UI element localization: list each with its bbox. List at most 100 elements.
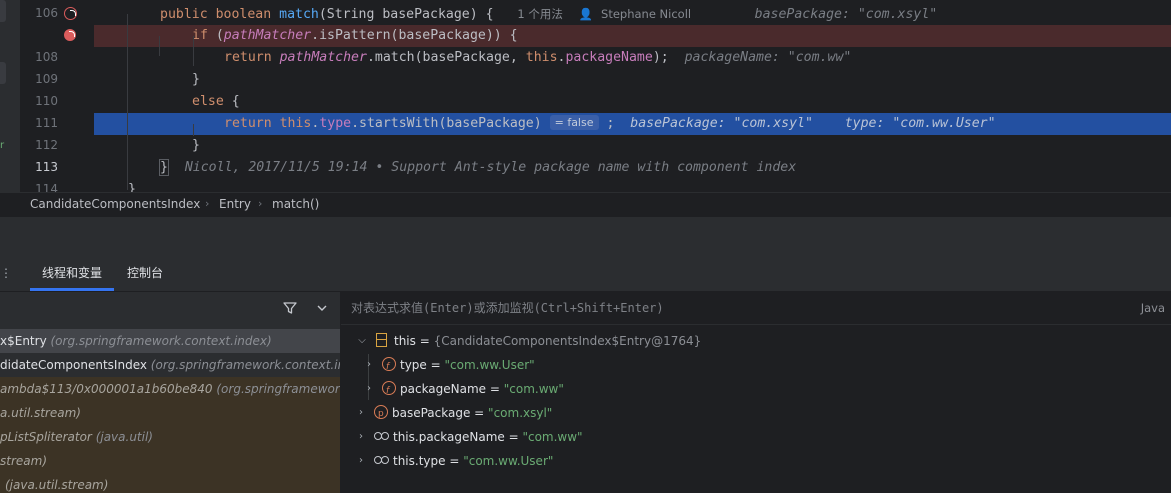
chevron-right-icon: › <box>258 197 263 210</box>
watch-icon <box>374 432 390 440</box>
evaluate-expression-field[interactable]: 对表达式求值(Enter)或添加监视(Ctrl+Shift+Enter) Jav… <box>341 292 1171 325</box>
dot: . <box>311 28 320 43</box>
fold-marker-icon[interactable] <box>80 30 91 41</box>
method-call: startsWith <box>359 116 439 131</box>
chevron-right-icon[interactable]: › <box>353 401 369 425</box>
stack-frame[interactable]: ambda$113/0x000001a1b60be840 (org.spring… <box>0 377 340 401</box>
keyword: public <box>160 7 208 22</box>
keyword: return <box>224 116 272 131</box>
watch-expression: this.type <box>393 454 446 468</box>
stack-frame[interactable]: x$Entry (org.springframework.context.ind… <box>0 329 340 353</box>
code-line-108: return pathMatcher.match(basePackage, th… <box>94 47 1171 69</box>
filter-icon[interactable] <box>283 301 297 315</box>
author-hint[interactable]: Stephane Nicoll <box>601 7 691 21</box>
method-breakpoint-icon[interactable] <box>64 7 77 20</box>
watch-value: "com.ww.User" <box>463 454 554 468</box>
breadcrumb-item[interactable]: CandidateComponentsIndex <box>30 197 200 211</box>
keyword: return <box>224 50 272 65</box>
language-selector[interactable]: Java <box>1141 292 1165 324</box>
breadcrumb-item[interactable]: Entry <box>219 197 251 211</box>
line-number: 114 <box>35 182 58 192</box>
brace: } <box>192 138 200 153</box>
inline-debug-value: packageName: "com.ww" <box>684 50 852 65</box>
tab-threads-variables[interactable]: 线程和变量 <box>29 256 115 291</box>
usages-hint[interactable]: 1 个用法 <box>517 7 562 21</box>
dot: . <box>351 116 360 131</box>
keyword: if <box>192 28 208 43</box>
tab-console[interactable]: 控制台 <box>127 256 163 291</box>
call-args: (basePackage) <box>438 116 542 131</box>
frame-location: stream) <box>0 454 47 468</box>
equals: = <box>504 430 523 444</box>
git-blame-hint[interactable]: Nicoll, 2017/11/5 19:14 • Support Ant-st… <box>185 160 796 175</box>
field-icon <box>382 379 396 403</box>
equals: = <box>445 454 464 468</box>
variable-value: "com.ww.User" <box>444 358 535 372</box>
variable-value: {CandidateComponentsIndex$Entry@1764} <box>433 334 702 348</box>
frame-package: (org.springframework.context.index) <box>216 382 340 396</box>
param-name: basePackage <box>374 7 470 22</box>
brace: } <box>128 182 136 192</box>
chevron-right-icon[interactable]: › <box>361 377 377 401</box>
stack-frame[interactable]: pListSpliterator (java.util) <box>0 425 340 449</box>
line-number: 109 <box>35 72 58 86</box>
variable-name: basePackage <box>392 406 471 420</box>
keyword: else <box>192 94 224 109</box>
debug-tab-bar: ⋮ 线程和变量 控制台 <box>0 256 1171 292</box>
indent-guide <box>193 36 194 66</box>
equals: = <box>486 382 504 396</box>
chevron-right-icon[interactable]: › <box>353 449 369 473</box>
frames-panel: x$Entry (org.springframework.context.ind… <box>0 292 341 493</box>
chevron-right-icon[interactable]: › <box>353 425 369 449</box>
line-number-gutter[interactable]: 106 108 109 110 111 112 113 114 <box>20 0 94 192</box>
code-line-112: } <box>94 135 1171 157</box>
code-line-113: } Nicoll, 2017/11/5 19:14 • Support Ant-… <box>94 157 1171 179</box>
stack-frame[interactable]: stream) <box>0 449 340 473</box>
tool-strip-button[interactable] <box>0 0 6 22</box>
line-number: 112 <box>35 138 58 152</box>
variable-name: packageName <box>400 382 487 396</box>
frame-location: x$Entry <box>0 334 47 348</box>
stack-frame[interactable]: didateComponentsIndex (org.springframewo… <box>0 353 340 377</box>
frame-package: (org.springframework.context.index) <box>150 358 340 372</box>
field-name: type <box>319 116 352 131</box>
variable-value: "com.ww" <box>503 382 564 396</box>
indent-guide <box>193 124 194 136</box>
equals: = <box>415 334 434 348</box>
code-line-110: else { <box>94 91 1171 113</box>
paren: ( <box>318 7 327 22</box>
stack-frame[interactable]: a.util.stream) <box>0 401 340 425</box>
breakpoint-icon[interactable] <box>64 29 76 41</box>
tool-strip-marker: r <box>0 140 5 151</box>
variable-value: "com.xsyl" <box>488 406 553 420</box>
code-line-107: if (pathMatcher.isPattern(basePackage)) … <box>94 25 1171 47</box>
line-number: 106 <box>35 6 58 20</box>
code-line-111-execution-point: return this.type.startsWith(basePackage)… <box>94 113 1171 135</box>
watch-expression: this.packageName <box>393 430 505 444</box>
author-icon: 👤 <box>578 7 594 21</box>
variable-name: type <box>400 358 427 372</box>
chevron-right-icon: › <box>205 197 210 210</box>
type-name: String <box>326 7 375 22</box>
watch-icon <box>374 456 390 464</box>
frame-location: didateComponentsIndex <box>0 358 147 372</box>
call-args: (basePackage, <box>414 50 526 65</box>
field-name: pathMatcher <box>279 50 367 65</box>
parameter-icon <box>374 402 388 426</box>
chevron-down-icon[interactable]: ⌵ <box>354 329 370 353</box>
statement-end: ); <box>652 50 669 65</box>
chevron-right-icon[interactable]: › <box>361 353 377 377</box>
drag-handle-icon[interactable]: ⋮ <box>0 266 12 280</box>
brace: { <box>223 94 240 109</box>
frame-location: (java.util.stream) <box>5 478 109 492</box>
method-name: match <box>279 7 319 22</box>
field-name: packageName <box>565 50 653 65</box>
code-editor[interactable]: r 106 108 109 110 111 112 113 114 public… <box>0 0 1171 192</box>
tool-strip-button[interactable] <box>0 62 6 84</box>
brace: } <box>159 159 169 176</box>
chevron-down-icon[interactable] <box>317 304 327 312</box>
stack-frame[interactable]: (java.util.stream) <box>0 473 340 493</box>
breadcrumb-item[interactable]: match() <box>272 197 319 211</box>
inline-debug-value: basePackage: "com.xsyl" <box>754 7 938 22</box>
evaluate-placeholder: 对表达式求值(Enter)或添加监视(Ctrl+Shift+Enter) <box>351 301 664 315</box>
